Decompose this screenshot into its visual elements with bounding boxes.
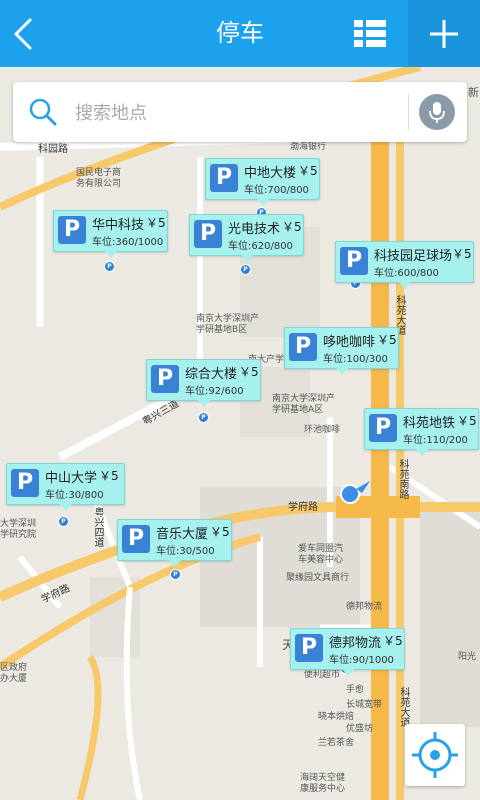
search-divider xyxy=(408,94,409,130)
parking-spaces: 车位:92/600 xyxy=(185,386,244,397)
place-label: 新 xyxy=(468,86,479,99)
parking-spaces: 车位:600/800 xyxy=(374,268,439,279)
parking-price: ￥5 xyxy=(298,164,318,178)
parking-name: 德邦物流 xyxy=(329,636,382,651)
parking-name: 中地大楼 xyxy=(244,166,297,181)
parking-card[interactable]: P 德邦物流 ￥5 车位:90/1000 xyxy=(290,628,405,676)
place-label: 兰若茶舍 xyxy=(318,738,355,748)
parking-spaces: 车位:360/1000 xyxy=(92,237,164,248)
parking-card[interactable]: P 中地大楼 ￥5 车位:700/800 xyxy=(205,158,320,206)
parking-name: 综合大楼 xyxy=(185,367,238,382)
parking-p-icon: P xyxy=(289,333,317,361)
parking-name: 光电技术 xyxy=(228,222,281,237)
parking-price: ￥5 xyxy=(282,220,302,234)
place-label: 便利超市 xyxy=(304,670,341,680)
road-label: 科园路 xyxy=(38,144,68,155)
place-label: 阳光 xyxy=(458,652,477,662)
parking-price: ￥5 xyxy=(210,525,230,539)
parking-card[interactable]: P 科苑地铁 ￥5 车位:110/200 xyxy=(364,408,479,456)
place-label: 国民电子商 务有限公司 xyxy=(76,168,122,189)
parking-name: 音乐大厦 xyxy=(156,527,209,542)
parking-card[interactable]: P 华中科技 ￥5 车位:360/1000 xyxy=(53,210,168,258)
parking-p-icon: P xyxy=(11,469,39,497)
place-label: 手愈 xyxy=(346,685,365,695)
voice-search-button[interactable] xyxy=(419,94,455,130)
parking-name: 科苑地铁 xyxy=(403,416,456,431)
parking-name: 华中科技 xyxy=(92,218,145,233)
parking-card[interactable]: P 中山大学 ￥5 车位:30/800 xyxy=(6,463,125,511)
place-label: 海阔天空健 康服务中心 xyxy=(300,773,346,794)
plus-icon xyxy=(430,20,458,48)
search-input[interactable] xyxy=(73,92,407,134)
place-label: 德邦物流 xyxy=(346,602,383,612)
parking-card[interactable]: P 科技园足球场 ￥5 车位:600/800 xyxy=(335,241,474,289)
parking-price: ￥5 xyxy=(452,247,472,261)
microphone-icon xyxy=(429,102,445,123)
parking-spaces: 车位:30/500 xyxy=(156,546,215,557)
parking-marker[interactable]: P xyxy=(240,264,251,275)
parking-price: ￥5 xyxy=(383,634,403,648)
parking-p-icon: P xyxy=(122,525,150,553)
road-label: 科苑大道 xyxy=(398,687,409,727)
parking-price: ￥5 xyxy=(239,365,259,379)
place-label: 聚缘园文具商行 xyxy=(286,573,350,583)
parking-price: ￥5 xyxy=(457,414,477,428)
place-label: 环池咖啡 xyxy=(304,425,341,435)
parking-p-icon: P xyxy=(194,220,222,248)
list-view-button[interactable] xyxy=(344,0,408,67)
parking-p-icon: P xyxy=(340,247,368,275)
road-label: 粤兴四道 xyxy=(92,507,103,547)
parking-price: ￥5 xyxy=(99,469,119,483)
place-label: 南京大学深圳产 学研基地B区 xyxy=(196,314,260,335)
parking-spaces: 车位:620/800 xyxy=(228,241,293,252)
place-label: 爱车同盟汽 车美容中心 xyxy=(298,544,344,565)
parking-p-icon: P xyxy=(369,414,397,442)
parking-spaces: 车位:90/1000 xyxy=(329,655,394,666)
search-icon[interactable] xyxy=(27,96,59,128)
parking-card[interactable]: P 哆吔咖啡 ￥5 车位:100/300 xyxy=(284,327,399,375)
place-label: 区政府 办大厦 xyxy=(0,663,28,684)
crosshair-icon xyxy=(412,732,458,778)
parking-p-icon: P xyxy=(151,365,179,393)
parking-spaces: 车位:110/200 xyxy=(403,435,468,446)
parking-spaces: 车位:700/800 xyxy=(244,185,309,196)
parking-card[interactable]: P 音乐大厦 ￥5 车位:30/500 xyxy=(117,519,232,567)
road-label: 学府路 xyxy=(288,502,318,513)
parking-price: ￥5 xyxy=(146,216,166,230)
list-icon xyxy=(354,20,386,47)
parking-card[interactable]: P 综合大楼 ￥5 车位:92/600 xyxy=(146,359,261,407)
parking-name: 科技园足球场 xyxy=(374,249,453,264)
place-label: 渤海银行 xyxy=(290,142,327,152)
parking-marker[interactable]: P xyxy=(104,261,115,272)
parking-spaces: 车位:100/300 xyxy=(323,354,388,365)
parking-name: 哆吔咖啡 xyxy=(323,335,376,350)
locate-me-button[interactable] xyxy=(405,724,465,786)
parking-marker[interactable]: P xyxy=(170,569,181,580)
road-label: 科苑南路 xyxy=(397,459,408,499)
place-label: 优盛坊 xyxy=(346,724,374,734)
place-label: 南京大学深圳产 学研基地A区 xyxy=(272,394,336,415)
parking-p-icon: P xyxy=(58,216,86,244)
app-header: 停车 xyxy=(0,0,480,67)
parking-price: ￥5 xyxy=(377,333,397,347)
parking-p-icon: P xyxy=(295,634,323,662)
place-label: 大学深圳 学研究院 xyxy=(0,519,37,540)
current-location-icon xyxy=(340,481,370,504)
parking-name: 中山大学 xyxy=(45,471,98,486)
place-label: 晓本烘焙 xyxy=(318,712,355,722)
parking-marker[interactable]: P xyxy=(198,412,209,423)
parking-marker[interactable]: P xyxy=(58,516,69,527)
add-button[interactable] xyxy=(408,0,480,67)
parking-spaces: 车位:30/800 xyxy=(45,490,104,501)
parking-p-icon: P xyxy=(210,164,238,192)
parking-card[interactable]: P 光电技术 ￥5 车位:620/800 xyxy=(189,214,304,262)
place-label: 长城宽带 xyxy=(346,700,383,710)
search-bar xyxy=(13,82,467,142)
